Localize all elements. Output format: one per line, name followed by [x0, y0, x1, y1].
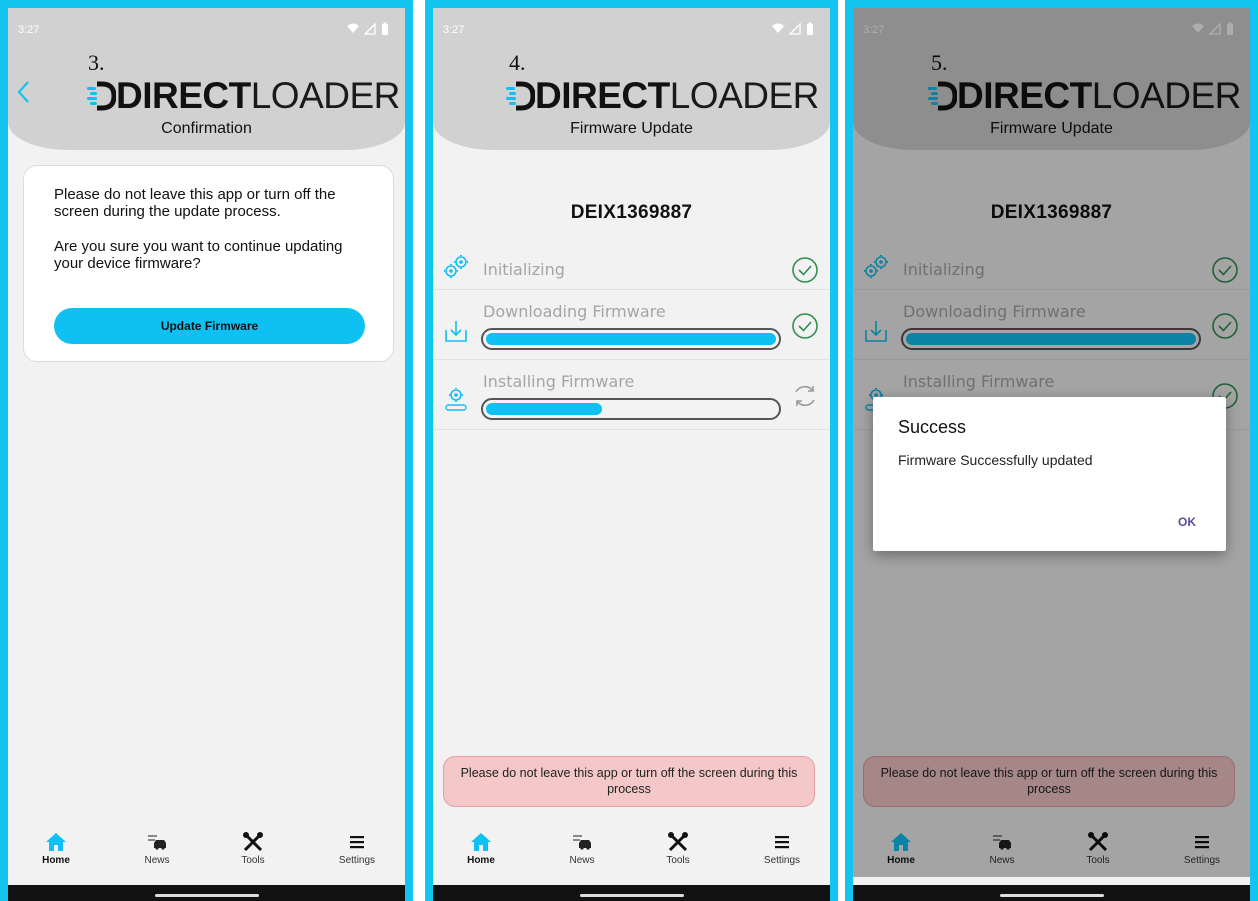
download-progress-bar: [481, 328, 781, 350]
directloader-logo: DIRECTLOADER: [505, 76, 819, 116]
step-label: Installing Firmware: [483, 372, 635, 391]
tab-label: Settings: [338, 855, 376, 866]
ok-button[interactable]: OK: [1168, 511, 1206, 533]
system-nav-bar: [433, 885, 830, 901]
phone-firmware-update: 3:27 4. DIRECTLOADER Firmware Update DEI…: [425, 0, 838, 901]
menu-icon: [775, 836, 789, 849]
sync-spinner-icon: [795, 385, 815, 407]
tab-label: News: [569, 855, 595, 866]
home-gesture-handle[interactable]: [579, 894, 684, 897]
success-dialog: Success Firmware Successfully updated OK: [873, 397, 1226, 551]
home-icon: [46, 833, 66, 851]
tab-settings[interactable]: Settings: [322, 832, 392, 866]
status-icons: [347, 22, 388, 35]
dialog-message: Firmware Successfully updated: [898, 452, 1093, 468]
bottom-tab-bar: Home News Tools Settings: [433, 824, 830, 885]
step-number: 4.: [509, 50, 526, 75]
logo-text-bold: DIRECT: [535, 75, 670, 116]
card-warning-text: Please do not leave this app or turn off…: [54, 186, 336, 220]
tab-news[interactable]: News: [122, 832, 192, 866]
tab-label: News: [144, 855, 170, 866]
home-icon: [471, 833, 491, 851]
news-icon: [573, 835, 591, 850]
tab-label: Tools: [241, 855, 265, 866]
app-header: 3:27 3. DIRECTLOADER Confirmation: [8, 8, 405, 150]
download-icon: [445, 321, 467, 342]
progress-fill: [486, 333, 776, 345]
status-icons: [772, 22, 813, 35]
back-arrow-icon[interactable]: [14, 78, 34, 106]
card-question-text: Are you sure you want to continue updati…: [54, 238, 343, 272]
confirmation-card: Please do not leave this app or turn off…: [23, 165, 394, 362]
screen: 3:27 4. DIRECTLOADER Firmware Update DEI…: [433, 8, 830, 901]
check-circle-icon: [792, 257, 818, 283]
tools-icon: [243, 832, 263, 852]
system-nav-bar: [8, 885, 405, 901]
bottom-tab-bar: Home News Tools Settings: [8, 824, 405, 885]
device-id: DEIX1369887: [570, 202, 693, 223]
page-subtitle: Confirmation: [161, 120, 252, 137]
progress-fill: [486, 403, 602, 415]
step-row-initializing: Initializing: [433, 244, 830, 290]
news-icon: [148, 835, 166, 850]
tab-home[interactable]: Home: [446, 832, 516, 866]
tab-label: Settings: [763, 855, 801, 866]
phone-confirmation: 3:27 3. DIRECTLOADER Confirmation Please…: [0, 0, 413, 901]
check-circle-icon: [792, 313, 818, 339]
logo-text-thin: LOADER: [250, 75, 401, 116]
tab-tools[interactable]: Tools: [218, 832, 288, 866]
step-row-installing: Installing Firmware: [433, 360, 830, 430]
tab-label: Home: [467, 855, 495, 866]
step-label: Downloading Firmware: [483, 302, 666, 321]
logo-mark-icon: [87, 81, 116, 111]
install-progress-bar: [481, 398, 781, 420]
status-bar: 3:27: [433, 8, 830, 44]
screen: 3:27 3. DIRECTLOADER Confirmation Please…: [8, 8, 405, 901]
step-number: 3.: [88, 50, 105, 75]
step-label: Initializing: [483, 260, 565, 279]
screen: 3:27 5. DIRECTLOADER Firmware Update DEI…: [853, 8, 1250, 901]
dialog-title: Success: [898, 417, 967, 437]
logo-mark-icon: [506, 81, 535, 111]
update-firmware-button[interactable]: Update Firmware: [54, 308, 365, 344]
menu-icon: [350, 836, 364, 849]
status-time: 3:27: [443, 24, 465, 36]
gears-icon: [444, 255, 468, 278]
warning-banner: Please do not leave this app or turn off…: [443, 756, 815, 807]
tab-label: Tools: [666, 855, 690, 866]
home-gesture-handle[interactable]: [154, 894, 259, 897]
tab-tools[interactable]: Tools: [643, 832, 713, 866]
tab-home[interactable]: Home: [21, 832, 91, 866]
tab-settings[interactable]: Settings: [747, 832, 817, 866]
tab-label: Home: [42, 855, 70, 866]
home-gesture-handle[interactable]: [999, 894, 1104, 897]
phone-success: 3:27 5. DIRECTLOADER Firmware Update DEI…: [845, 0, 1258, 901]
tools-icon: [668, 832, 688, 852]
status-time: 3:27: [18, 24, 40, 36]
page-subtitle: Firmware Update: [570, 120, 693, 137]
directloader-logo: DIRECTLOADER: [86, 76, 400, 116]
logo-text-bold: DIRECT: [116, 75, 251, 116]
status-bar: 3:27: [8, 8, 405, 44]
install-gear-icon: [445, 388, 467, 411]
logo-text-thin: LOADER: [669, 75, 820, 116]
step-row-downloading: Downloading Firmware: [433, 290, 830, 360]
tab-news[interactable]: News: [547, 832, 617, 866]
system-nav-bar: [853, 885, 1250, 901]
app-header: 3:27 4. DIRECTLOADER Firmware Update: [433, 8, 830, 150]
